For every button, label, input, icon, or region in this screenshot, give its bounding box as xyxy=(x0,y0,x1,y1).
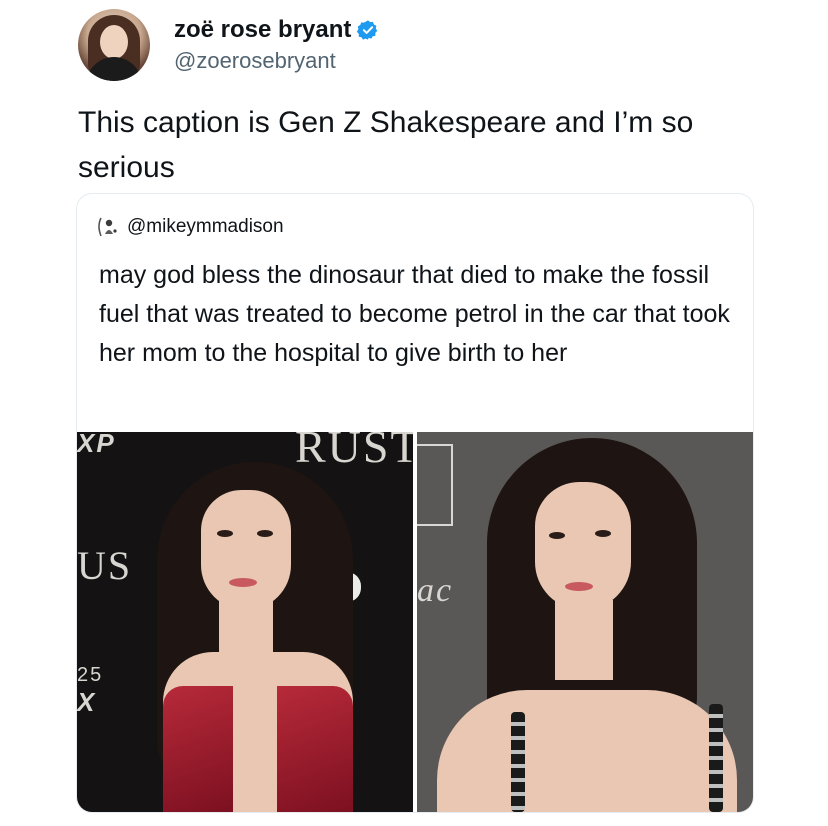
author-names: zoë rose bryant @zoerosebryant xyxy=(174,15,379,75)
author-avatar[interactable] xyxy=(78,9,150,81)
photo-left[interactable]: XP RUST US 25 X xyxy=(77,432,413,812)
strap-left xyxy=(511,712,525,812)
quote-header: @mikeymmadison xyxy=(95,214,284,240)
strap-right xyxy=(709,704,723,812)
eye-right-1 xyxy=(549,532,565,539)
quote-text: may god bless the dinosaur that died to … xyxy=(99,261,730,367)
dress-right-panel xyxy=(277,686,353,812)
dress-left xyxy=(163,686,233,812)
quote-handle[interactable]: @mikeymmadison xyxy=(127,216,284,238)
backdrop-text-ac: ac xyxy=(417,572,454,609)
display-name-row: zoë rose bryant xyxy=(174,15,379,45)
chest-right xyxy=(437,690,737,812)
verified-badge-icon xyxy=(357,20,378,40)
backdrop-text-rust: RUST xyxy=(295,432,413,472)
logo-plaque xyxy=(417,444,453,526)
neck-left xyxy=(219,600,273,660)
lips-left xyxy=(229,578,257,587)
quote-tweet-card[interactable]: @mikeymmadison may god bless the dinosau… xyxy=(76,193,754,813)
photo-right[interactable]: ac xyxy=(417,432,753,812)
backdrop-text-xp: XP xyxy=(77,432,116,458)
eye-left-1 xyxy=(217,530,233,537)
face-left xyxy=(201,490,291,610)
eye-left-2 xyxy=(257,530,273,537)
tweet-header: zoë rose bryant @zoerosebryant xyxy=(78,6,798,84)
quote-avatar-icon[interactable] xyxy=(95,214,121,240)
neck-right xyxy=(555,600,613,680)
eye-right-2 xyxy=(595,530,611,537)
tweet-text: This caption is Gen Z Shakespeare and I’… xyxy=(78,106,694,184)
author-display-name[interactable]: zoë rose bryant xyxy=(174,15,351,45)
backdrop-text-25: 25 xyxy=(77,664,104,686)
author-handle[interactable]: @zoerosebryant xyxy=(174,47,379,75)
backdrop-text-x: X xyxy=(77,687,97,717)
backdrop-text-us: US xyxy=(77,543,133,588)
lips-right xyxy=(565,582,593,591)
